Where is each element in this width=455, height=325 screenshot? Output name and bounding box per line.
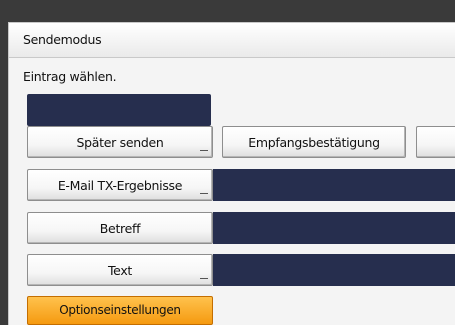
title-bar: Sendemodus [9,23,455,58]
receipt-confirmation-button[interactable]: Empfangsbestätigung [222,126,406,158]
subject-label: Betreff [99,220,141,236]
email-tx-results-value-field [213,169,455,201]
receipt-confirmation-label: Empfangsbestätigung [248,134,380,150]
extra-option-button[interactable] [416,126,455,158]
option-settings-button[interactable]: Optionseinstellungen [27,296,213,325]
text-value-field [213,254,455,286]
send-later-status-field [27,94,211,126]
send-later-label: Später senden [76,134,164,150]
text-button[interactable]: Text [27,254,213,286]
send-later-button[interactable]: Später senden [27,126,213,158]
text-label: Text [107,262,133,278]
email-tx-results-label: E-Mail TX-Ergebnisse [57,177,183,193]
dialog-title: Sendemodus [23,32,102,47]
instruction-text: Eintrag wählen. [23,69,117,84]
send-mode-dialog: Sendemodus Eintrag wählen. Später senden… [8,22,455,325]
subject-button[interactable]: Betreff [27,212,213,244]
email-tx-results-button[interactable]: E-Mail TX-Ergebnisse [27,169,213,201]
option-settings-label: Optionseinstellungen [59,303,181,317]
subject-value-field [213,212,455,244]
